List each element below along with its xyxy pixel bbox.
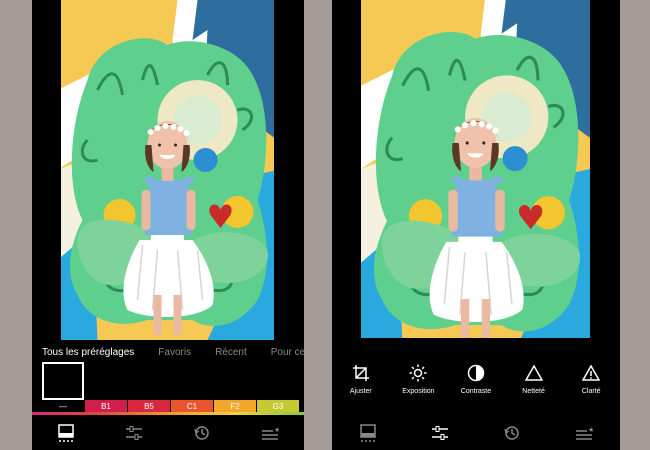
preset-thumbnail <box>85 362 127 400</box>
recipes-icon: ★ <box>576 426 593 440</box>
presets-icon <box>58 423 74 438</box>
tools-icon <box>432 426 448 440</box>
photo-preview[interactable] <box>361 0 590 338</box>
preset-thumbnail <box>214 362 256 400</box>
preset-color-bar <box>32 412 304 415</box>
tools-icon <box>126 426 142 440</box>
crop-icon <box>352 365 369 381</box>
preset-b5[interactable]: B5 <box>128 362 170 414</box>
preset-c1[interactable]: C1 <box>171 362 213 414</box>
preset-tabs: Tous les préréglages Favoris Récent Pour… <box>32 342 304 362</box>
tool-adjust[interactable]: Ajuster <box>333 364 389 404</box>
preset-strip: — B1 B5 C1 F2 G3 <box>42 362 304 414</box>
bottom-nav: ★ <box>332 416 620 450</box>
presets-icon <box>360 423 376 438</box>
inactive-dots <box>361 439 375 443</box>
tool-contrast[interactable]: Contraste <box>448 364 504 404</box>
preset-thumbnail <box>257 362 299 400</box>
preset-thumbnail <box>128 362 170 400</box>
tools-row: Ajuster Exposition Contraste Netteté Cla… <box>332 364 620 404</box>
presets-screen: Tous les préréglages Favoris Récent Pour… <box>32 0 304 450</box>
nav-history[interactable] <box>494 418 530 448</box>
svg-text:★: ★ <box>274 426 279 434</box>
tab-for-this-photo[interactable]: Pour cette photo <box>271 347 304 358</box>
sun-icon <box>409 364 427 382</box>
tool-sharpen[interactable]: Netteté <box>506 364 562 404</box>
photo-preview[interactable] <box>61 0 274 340</box>
nav-tools[interactable] <box>116 418 152 448</box>
tool-clarity[interactable]: Clarté <box>563 364 619 404</box>
tool-label: Contraste <box>460 388 492 395</box>
preset-none[interactable]: — <box>42 362 84 414</box>
tool-exposure[interactable]: Exposition <box>390 364 446 404</box>
tool-label: Exposition <box>402 388 435 395</box>
nav-recipes[interactable]: ★ <box>566 418 602 448</box>
photo-image <box>361 0 590 338</box>
triangle-exclaim-icon <box>582 364 601 381</box>
tab-recent[interactable]: Récent <box>215 347 247 358</box>
tool-label: Ajuster <box>349 388 372 395</box>
nav-presets[interactable] <box>350 418 386 448</box>
preset-b1[interactable]: B1 <box>85 362 127 414</box>
tab-all-presets[interactable]: Tous les préréglages <box>42 347 134 358</box>
recipes-icon: ★ <box>262 426 279 440</box>
preset-f2[interactable]: F2 <box>214 362 256 414</box>
history-icon <box>504 426 519 440</box>
tools-screen: Ajuster Exposition Contraste Netteté Cla… <box>332 0 620 450</box>
nav-tools[interactable] <box>422 418 458 448</box>
active-dots <box>59 439 73 443</box>
history-icon <box>194 426 209 440</box>
tool-label: Netteté <box>522 388 545 395</box>
svg-text:★: ★ <box>588 426 593 434</box>
preset-thumbnail <box>42 362 84 400</box>
preset-g3[interactable]: G3 <box>257 362 299 414</box>
nav-recipes[interactable]: ★ <box>252 418 288 448</box>
tool-label: Clarté <box>581 388 601 395</box>
contrast-icon <box>467 364 485 382</box>
tab-favorites[interactable]: Favoris <box>158 347 191 358</box>
preset-thumbnail <box>171 362 213 400</box>
nav-history[interactable] <box>184 418 220 448</box>
bottom-nav: ★ <box>32 416 304 450</box>
photo-image <box>61 0 274 340</box>
nav-presets[interactable] <box>48 418 84 448</box>
triangle-icon <box>524 364 543 381</box>
